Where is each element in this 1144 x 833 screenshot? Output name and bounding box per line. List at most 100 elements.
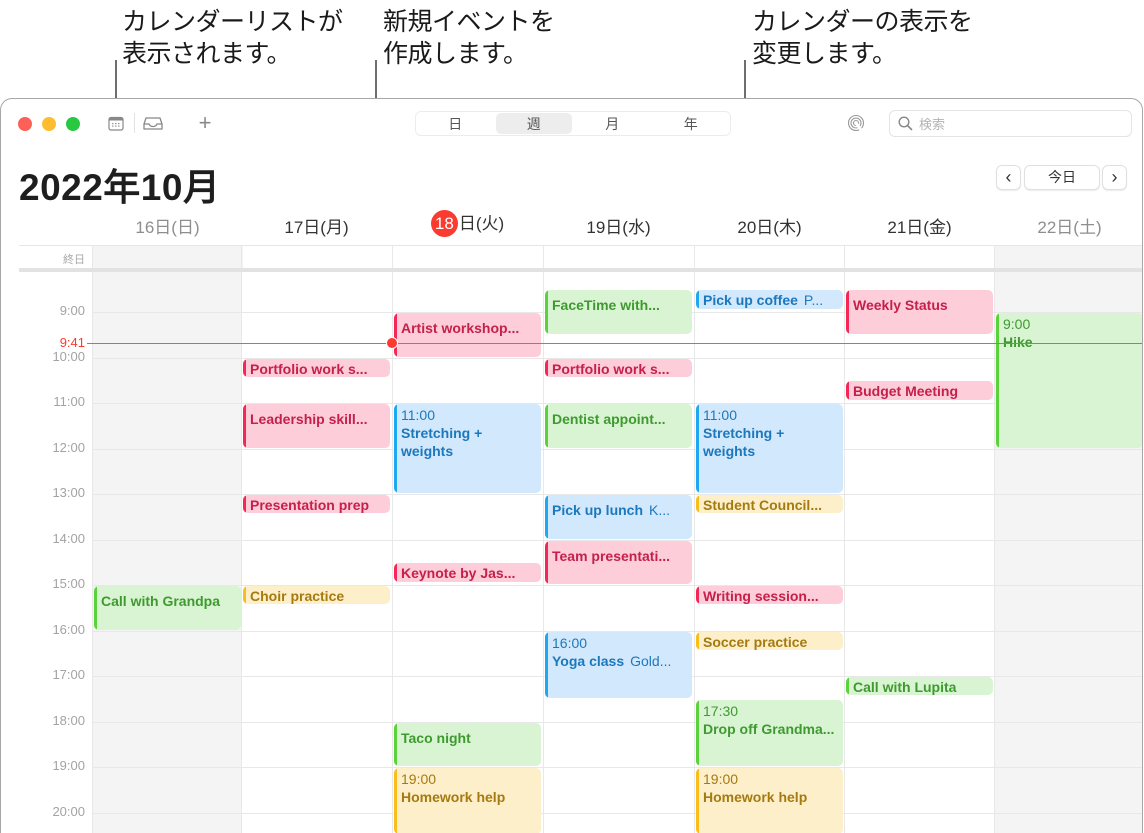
column-divider bbox=[241, 272, 242, 833]
calendar-event[interactable]: 17:30 Drop off Grandma... bbox=[696, 699, 843, 766]
event-title: FaceTime with... bbox=[552, 297, 660, 314]
all-day-cell[interactable] bbox=[241, 246, 392, 268]
calendar-event[interactable]: Weekly Status bbox=[846, 290, 993, 334]
event-title: Writing session... bbox=[703, 588, 819, 604]
calendar-event[interactable]: Budget Meeting bbox=[846, 381, 993, 400]
day-label: 日(火) bbox=[458, 214, 505, 233]
calendar-event[interactable]: Artist workshop... bbox=[394, 313, 541, 357]
day-number: 16 bbox=[135, 218, 155, 237]
hour-label: 11:00 bbox=[53, 394, 85, 409]
calendar-list-icon bbox=[108, 116, 124, 131]
calendar-event[interactable]: Leadership skill... bbox=[243, 404, 390, 448]
calendar-event[interactable]: Choir practice bbox=[243, 586, 390, 605]
inbox-button[interactable] bbox=[142, 113, 164, 133]
event-title: Stretching + weights bbox=[703, 425, 785, 459]
hour-label: 9:00 bbox=[59, 303, 85, 318]
calendar-event[interactable]: Portfolio work s... bbox=[545, 358, 692, 377]
all-day-label: 終日 bbox=[63, 254, 85, 266]
event-title: Team presentati... bbox=[552, 547, 671, 564]
day-header[interactable]: 18 日(火) bbox=[392, 209, 543, 237]
current-time-line bbox=[87, 343, 1142, 345]
zoom-button[interactable] bbox=[66, 117, 80, 131]
calendar-event[interactable]: Student Council... bbox=[696, 495, 843, 514]
calendar-event[interactable]: 9:00 Hike bbox=[996, 313, 1142, 448]
calendar-event[interactable]: Call with Lupita bbox=[846, 677, 993, 696]
tab-year[interactable]: 年 bbox=[653, 113, 730, 134]
day-header[interactable]: 22日(土) bbox=[994, 213, 1142, 238]
day-header[interactable]: 19日(水) bbox=[543, 213, 694, 238]
column-divider bbox=[844, 272, 845, 833]
next-week-button[interactable]: › bbox=[1102, 165, 1127, 190]
new-event-button[interactable]: + bbox=[195, 110, 215, 135]
all-day-cell[interactable] bbox=[694, 246, 845, 268]
day-header[interactable]: 17日(月) bbox=[241, 213, 392, 238]
day-label: 日(水) bbox=[605, 218, 651, 237]
calendar-event[interactable]: 16:00 Yoga class Gold... bbox=[545, 631, 692, 698]
previous-week-button[interactable]: ‹ bbox=[996, 165, 1021, 190]
all-day-cell[interactable] bbox=[392, 246, 543, 268]
calendar-event[interactable]: Taco night bbox=[394, 722, 541, 766]
calendar-event[interactable]: 11:00 Stretching + weights bbox=[696, 404, 843, 493]
event-title: Soccer practice bbox=[703, 633, 808, 650]
event-title: Presentation prep bbox=[250, 497, 370, 513]
event-title: Portfolio work s... bbox=[552, 360, 670, 377]
calendar-window: + 日 週 月 年 検索 2022年10月 ‹ 今日 › 16日(日) 17日(月… bbox=[0, 98, 1143, 833]
calendar-event[interactable]: Pick up lunch K... bbox=[545, 495, 692, 539]
event-title: Choir practice bbox=[250, 588, 345, 604]
tab-week[interactable]: 週 bbox=[495, 113, 572, 134]
column-divider bbox=[392, 272, 393, 833]
event-title: Taco night bbox=[401, 729, 471, 746]
event-time: 11:00 bbox=[401, 407, 435, 423]
calendar-event[interactable]: Call with Grandpa bbox=[94, 586, 241, 630]
calendar-event[interactable]: Team presentati... bbox=[545, 540, 692, 584]
event-title: Homework help bbox=[401, 789, 506, 805]
calendar-event[interactable]: Portfolio work s... bbox=[243, 358, 390, 377]
day-label: 日(金) bbox=[906, 218, 952, 237]
day-column[interactable] bbox=[92, 272, 243, 833]
day-header[interactable]: 21日(金) bbox=[844, 213, 995, 238]
event-title: Dentist appoint... bbox=[552, 411, 666, 427]
hour-label: 14:00 bbox=[52, 530, 85, 546]
callout-calendar-list: カレンダーリストが 表示されます。 bbox=[122, 7, 343, 68]
event-title: Stretching + weights bbox=[401, 425, 483, 459]
tab-day[interactable]: 日 bbox=[417, 113, 494, 134]
hour-label: 20:00 bbox=[52, 803, 85, 819]
calendar-event[interactable]: 11:00 Stretching + weights bbox=[394, 404, 541, 493]
minimize-button[interactable] bbox=[42, 117, 56, 131]
calendar-event[interactable]: Pick up coffee P... bbox=[696, 290, 843, 309]
day-header[interactable]: 16日(日) bbox=[92, 213, 243, 238]
search-field[interactable]: 検索 bbox=[889, 110, 1132, 137]
calendar-event[interactable]: Dentist appoint... bbox=[545, 404, 692, 448]
calendar-event[interactable]: Soccer practice bbox=[696, 631, 843, 650]
event-title: Yoga class bbox=[552, 652, 625, 669]
day-column[interactable] bbox=[844, 272, 995, 833]
airdrop-button[interactable] bbox=[846, 113, 866, 133]
hour-label: 19:00 bbox=[52, 758, 85, 773]
close-button[interactable] bbox=[18, 117, 32, 131]
all-day-cell[interactable] bbox=[844, 246, 995, 268]
calendar-event[interactable]: 19:00 Homework help bbox=[394, 768, 541, 833]
hour-label: 16:00 bbox=[52, 621, 85, 637]
day-header[interactable]: 20日(木) bbox=[694, 213, 845, 238]
calendar-event[interactable]: FaceTime with... bbox=[545, 290, 692, 334]
hour-label: 18:00 bbox=[52, 712, 85, 728]
tab-month[interactable]: 月 bbox=[574, 113, 651, 134]
day-label: 日(土) bbox=[1056, 218, 1102, 237]
event-title: Hike bbox=[1003, 334, 1033, 350]
event-title: Homework help bbox=[703, 789, 808, 805]
day-number: 20 bbox=[737, 218, 757, 237]
all-day-cell[interactable] bbox=[543, 246, 694, 268]
calendar-event[interactable]: 19:00 Homework help bbox=[696, 768, 843, 833]
page-title: 2022年10月 bbox=[19, 167, 221, 208]
calendar-list-button[interactable] bbox=[107, 114, 125, 132]
calendar-event[interactable]: Keynote by Jas... bbox=[394, 563, 541, 582]
day-column[interactable] bbox=[241, 272, 392, 833]
column-divider bbox=[994, 272, 995, 833]
all-day-cell[interactable] bbox=[994, 246, 1142, 268]
calendar-event[interactable]: Presentation prep bbox=[243, 495, 390, 514]
all-day-cell[interactable] bbox=[92, 246, 243, 268]
column-divider bbox=[92, 272, 93, 833]
today-button[interactable]: 今日 bbox=[1024, 165, 1100, 190]
day-number: 19 bbox=[586, 218, 606, 237]
calendar-event[interactable]: Writing session... bbox=[696, 586, 843, 605]
